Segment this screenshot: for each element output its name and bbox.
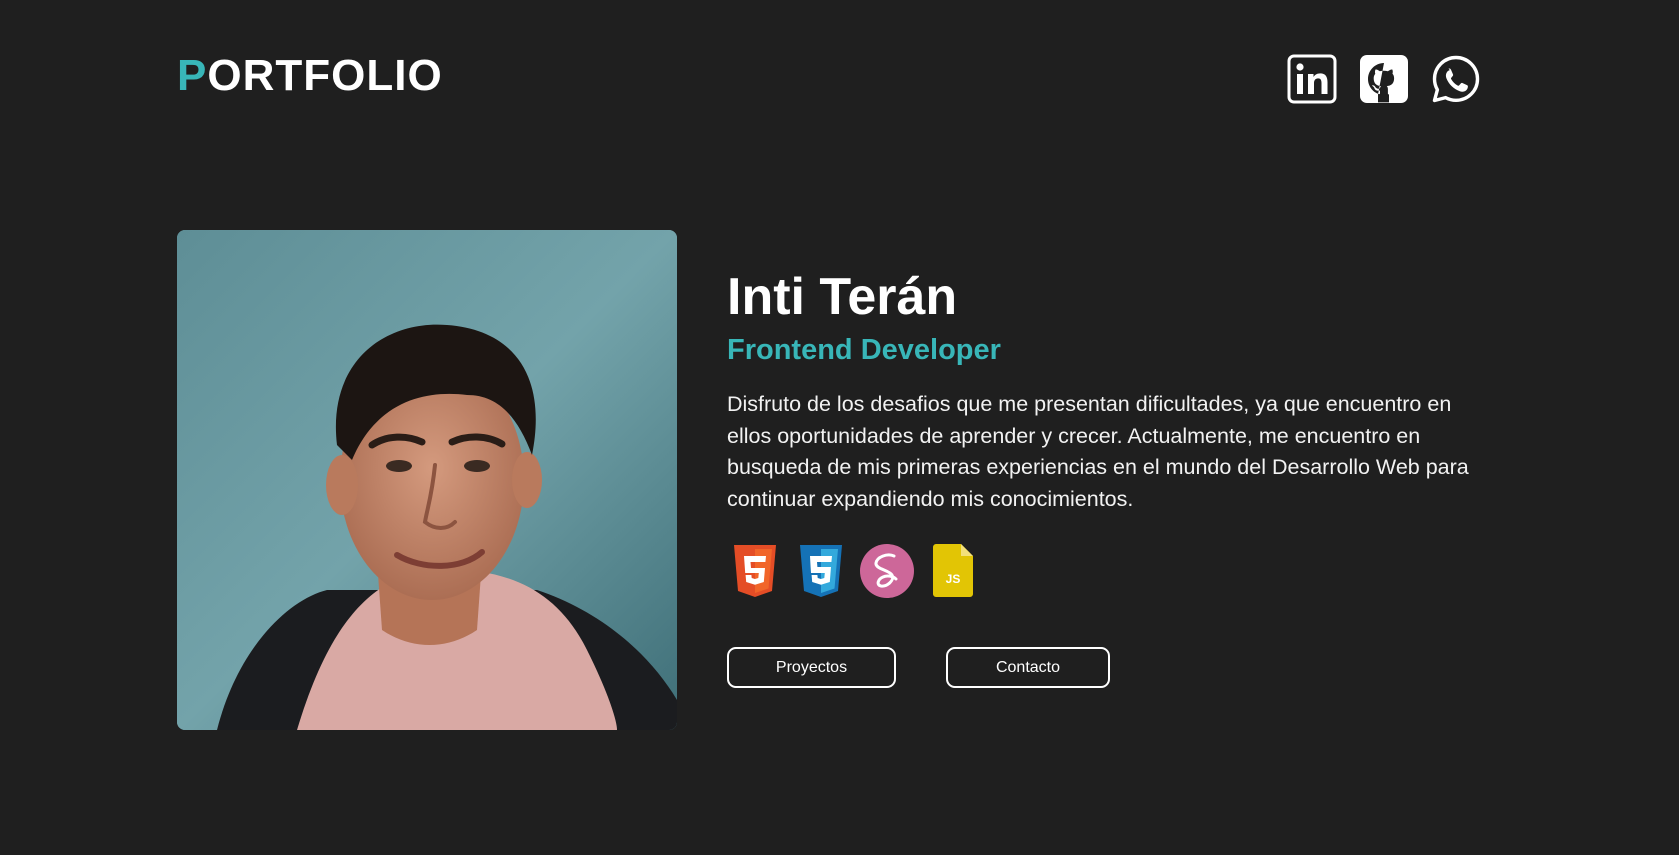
javascript-label: JS — [946, 572, 961, 586]
linkedin-icon[interactable] — [1286, 53, 1338, 105]
html5-icon — [727, 543, 783, 599]
github-icon[interactable] — [1358, 53, 1410, 105]
javascript-icon: JS — [925, 543, 981, 599]
profile-role: Frontend Developer — [727, 334, 1001, 366]
sass-icon — [859, 543, 915, 599]
social-links — [1286, 53, 1482, 105]
projects-button[interactable]: Proyectos — [727, 647, 896, 688]
css3-icon — [793, 543, 849, 599]
profile-bio: Disfruto de los desafios que me presenta… — [727, 392, 1469, 511]
site-logo[interactable]: PORTFOLIO — [177, 50, 443, 102]
logo-rest: ORTFOLIO — [207, 51, 443, 100]
hero-buttons: Proyectos Contacto — [727, 647, 1487, 688]
contact-button[interactable]: Contacto — [946, 647, 1110, 688]
logo-first-letter: P — [177, 51, 208, 100]
tech-stack: JS — [727, 543, 1487, 599]
hero-info: Inti Terán Frontend Developer Disfruto d… — [727, 265, 1487, 688]
profile-photo — [177, 230, 677, 730]
whatsapp-icon[interactable] — [1430, 53, 1482, 105]
profile-name: Inti Terán — [727, 268, 958, 326]
portfolio-page: PORTFOLIO Inti Terán Frontend Developer … — [0, 0, 1679, 855]
